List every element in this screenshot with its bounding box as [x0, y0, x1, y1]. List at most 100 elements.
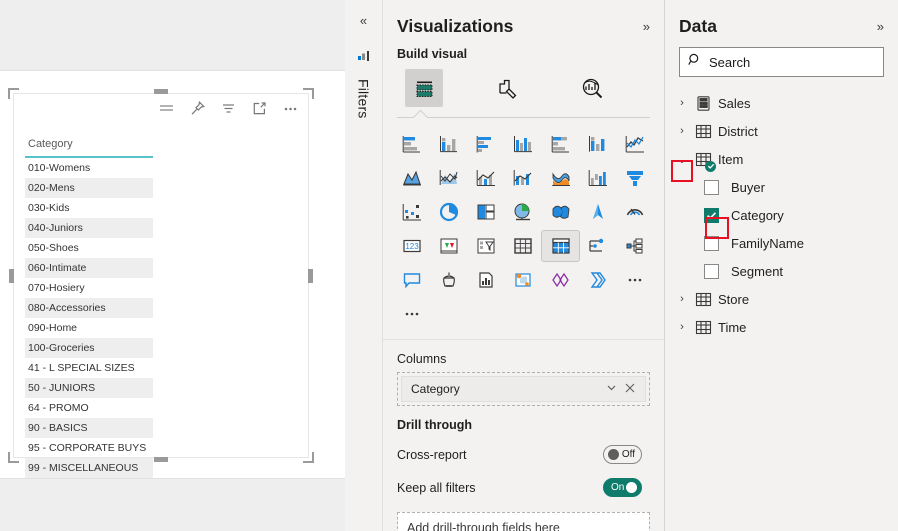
cross-report-toggle[interactable]: Off: [603, 445, 642, 464]
clustered-bar-chart-icon[interactable]: [468, 129, 505, 159]
columns-field-well[interactable]: Category: [397, 372, 650, 406]
gauge-chart-icon[interactable]: 123: [393, 231, 430, 261]
table-row[interactable]: 90 - BASICS: [25, 418, 153, 438]
selection-handle-right[interactable]: [308, 269, 313, 283]
stacked-bar-chart-icon[interactable]: [393, 129, 430, 159]
smart-narrative-icon[interactable]: [430, 265, 467, 295]
chevron-right-icon[interactable]: ›: [675, 97, 689, 109]
clustered-column-chart-icon[interactable]: [505, 129, 542, 159]
analytics-tab[interactable]: [573, 69, 611, 107]
format-visual-tab[interactable]: [489, 69, 527, 107]
data-pane-expand-icon[interactable]: »: [877, 19, 884, 34]
card-icon[interactable]: [430, 231, 467, 261]
table-row[interactable]: 060-Intimate: [25, 258, 153, 278]
table-row[interactable]: 010-Womens: [25, 158, 153, 178]
data-table-store[interactable]: › Store: [665, 285, 898, 313]
selection-handle-top-left[interactable]: [8, 88, 19, 99]
matrix-icon[interactable]: [579, 231, 616, 261]
chevron-down-icon[interactable]: [602, 382, 621, 396]
data-field-segment[interactable]: Segment: [665, 257, 898, 285]
donut-chart-icon[interactable]: [468, 197, 505, 227]
chevron-down-icon[interactable]: ⌄: [675, 153, 689, 166]
slicer-icon[interactable]: [505, 231, 542, 261]
r-script-visual-icon[interactable]: [617, 231, 654, 261]
table-row[interactable]: 030-Kids: [25, 198, 153, 218]
map-icon[interactable]: [542, 197, 579, 227]
visual-header-toolbar[interactable]: [158, 95, 305, 121]
line-and-stacked-column-chart-icon[interactable]: [468, 163, 505, 193]
visualizations-expand-icon[interactable]: »: [643, 19, 650, 34]
hundred-percent-stacked-column-chart-icon[interactable]: [579, 129, 616, 159]
filled-map-icon[interactable]: [579, 197, 616, 227]
table-row[interactable]: 100-Groceries: [25, 338, 153, 358]
report-page[interactable]: Category 010-Womens020-Mens030-Kids040-J…: [0, 70, 345, 479]
chevron-right-icon[interactable]: ›: [675, 293, 689, 305]
selection-handle-bottom[interactable]: [154, 457, 168, 462]
treemap-icon[interactable]: [505, 197, 542, 227]
data-table-sales[interactable]: › Sales: [665, 89, 898, 117]
keep-all-filters-toggle[interactable]: On: [603, 478, 642, 497]
stacked-column-chart-icon[interactable]: [430, 129, 467, 159]
selection-handle-bottom-left[interactable]: [8, 452, 19, 463]
kpi-icon[interactable]: [468, 231, 505, 261]
data-table-item[interactable]: ⌄ Item: [665, 145, 898, 173]
table-row[interactable]: 41 - L SPECIAL SIZES: [25, 358, 153, 378]
chevron-right-icon[interactable]: ›: [675, 321, 689, 333]
selection-handle-bottom-right[interactable]: [303, 452, 314, 463]
table-row[interactable]: 080-Accessories: [25, 298, 153, 318]
table-row[interactable]: 070-Hosiery: [25, 278, 153, 298]
funnel-chart-icon[interactable]: [617, 163, 654, 193]
selection-handle-left[interactable]: [9, 269, 14, 283]
azure-map-icon[interactable]: [542, 265, 579, 295]
stacked-area-chart-icon[interactable]: [430, 163, 467, 193]
search-input[interactable]: Search: [679, 47, 884, 77]
table-row[interactable]: 50 - JUNIORS: [25, 378, 153, 398]
data-field-familyname[interactable]: FamilyName: [665, 229, 898, 257]
field-chip-category[interactable]: Category: [401, 376, 646, 402]
table-row[interactable]: 020-Mens: [25, 178, 153, 198]
data-field-category[interactable]: Category: [665, 201, 898, 229]
table-icon[interactable]: [542, 231, 579, 261]
paginated-report-icon[interactable]: [505, 265, 542, 295]
power-automate-visual-icon[interactable]: [617, 265, 654, 295]
table-row[interactable]: 090-Home: [25, 318, 153, 338]
arcgis-map-icon[interactable]: [617, 197, 654, 227]
data-table-time[interactable]: › Time: [665, 313, 898, 341]
table-visual[interactable]: Category 010-Womens020-Mens030-Kids040-J…: [13, 93, 309, 458]
filter-icon[interactable]: [220, 100, 237, 117]
filters-pane-collapsed[interactable]: « Filters: [345, 0, 383, 531]
drill-through-dropzone[interactable]: Add drill-through fields here: [397, 512, 650, 531]
more-visuals-icon[interactable]: [393, 299, 430, 329]
selection-handle-top-right[interactable]: [303, 88, 314, 99]
field-checkbox[interactable]: [704, 180, 719, 195]
focus-mode-icon[interactable]: [251, 100, 268, 117]
line-and-clustered-column-chart-icon[interactable]: [505, 163, 542, 193]
more-options-icon[interactable]: [282, 100, 299, 117]
table-row[interactable]: 99 - MISCELLANEOUS: [25, 458, 153, 478]
build-visual-tab[interactable]: [405, 69, 443, 107]
area-chart-icon[interactable]: [393, 163, 430, 193]
ribbon-chart-icon[interactable]: [542, 163, 579, 193]
data-table-district[interactable]: › District: [665, 117, 898, 145]
drag-handle-icon[interactable]: [158, 100, 175, 117]
table-column-header[interactable]: Category: [25, 135, 153, 158]
pie-chart-icon[interactable]: [430, 197, 467, 227]
power-apps-visual-icon[interactable]: [579, 265, 616, 295]
data-field-buyer[interactable]: Buyer: [665, 173, 898, 201]
field-checkbox[interactable]: [704, 264, 719, 279]
scatter-chart-icon[interactable]: [393, 197, 430, 227]
waterfall-chart-icon[interactable]: [579, 163, 616, 193]
key-influencers-icon[interactable]: [468, 265, 505, 295]
line-chart-icon[interactable]: [617, 129, 654, 159]
decomposition-tree-icon[interactable]: [393, 265, 430, 295]
selection-handle-top[interactable]: [154, 89, 168, 94]
filters-collapse-icon[interactable]: «: [360, 14, 367, 27]
field-checkbox[interactable]: [704, 208, 719, 223]
field-checkbox[interactable]: [704, 236, 719, 251]
table-row[interactable]: 95 - CORPORATE BUYS: [25, 438, 153, 458]
table-row[interactable]: 64 - PROMO: [25, 398, 153, 418]
pin-icon[interactable]: [189, 100, 206, 117]
close-icon[interactable]: [621, 383, 639, 396]
table-row[interactable]: 050-Shoes: [25, 238, 153, 258]
chevron-right-icon[interactable]: ›: [675, 125, 689, 137]
